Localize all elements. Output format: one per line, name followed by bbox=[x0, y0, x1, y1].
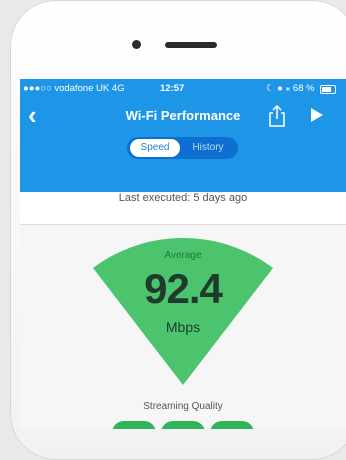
app-screen: ●●●○○ vodafone UK 4G 12:57 ☾ ● ⁎ 68 % ‹ … bbox=[20, 79, 346, 429]
streaming-quality-badge bbox=[161, 421, 205, 429]
clock: 12:57 bbox=[160, 83, 185, 94]
speed-unit: Mbps bbox=[165, 319, 201, 335]
tab-history[interactable]: History bbox=[183, 139, 233, 157]
gauge-label: Average bbox=[164, 250, 202, 261]
average-speed-value: 92.4 bbox=[144, 265, 223, 312]
streaming-quality-badge bbox=[112, 421, 156, 429]
streaming-quality-badge bbox=[210, 421, 254, 429]
camera-icon bbox=[132, 40, 141, 49]
page-title: Wi-Fi Performance bbox=[125, 108, 241, 123]
play-icon[interactable] bbox=[311, 108, 323, 122]
status-indicators: ☾ ● ⁎ 68 % bbox=[266, 83, 315, 94]
results-panel: Average 92.4 Mbps Streaming Quality bbox=[20, 225, 346, 429]
streaming-quality-label: Streaming Quality bbox=[143, 401, 223, 412]
last-executed-text: Last executed: 5 days ago bbox=[118, 192, 248, 204]
status-bar: ●●●○○ vodafone UK 4G 12:57 ☾ ● ⁎ 68 % bbox=[20, 79, 346, 99]
speed-history-toggle: Speed History bbox=[127, 137, 238, 159]
speaker-grille bbox=[165, 42, 217, 48]
share-icon[interactable] bbox=[268, 105, 286, 127]
battery-icon bbox=[320, 85, 336, 94]
carrier-label: ●●●○○ vodafone UK 4G bbox=[23, 83, 125, 94]
nav-bar: ‹ Wi-Fi Performance Speed History bbox=[20, 99, 346, 192]
tab-speed[interactable]: Speed bbox=[130, 139, 180, 157]
